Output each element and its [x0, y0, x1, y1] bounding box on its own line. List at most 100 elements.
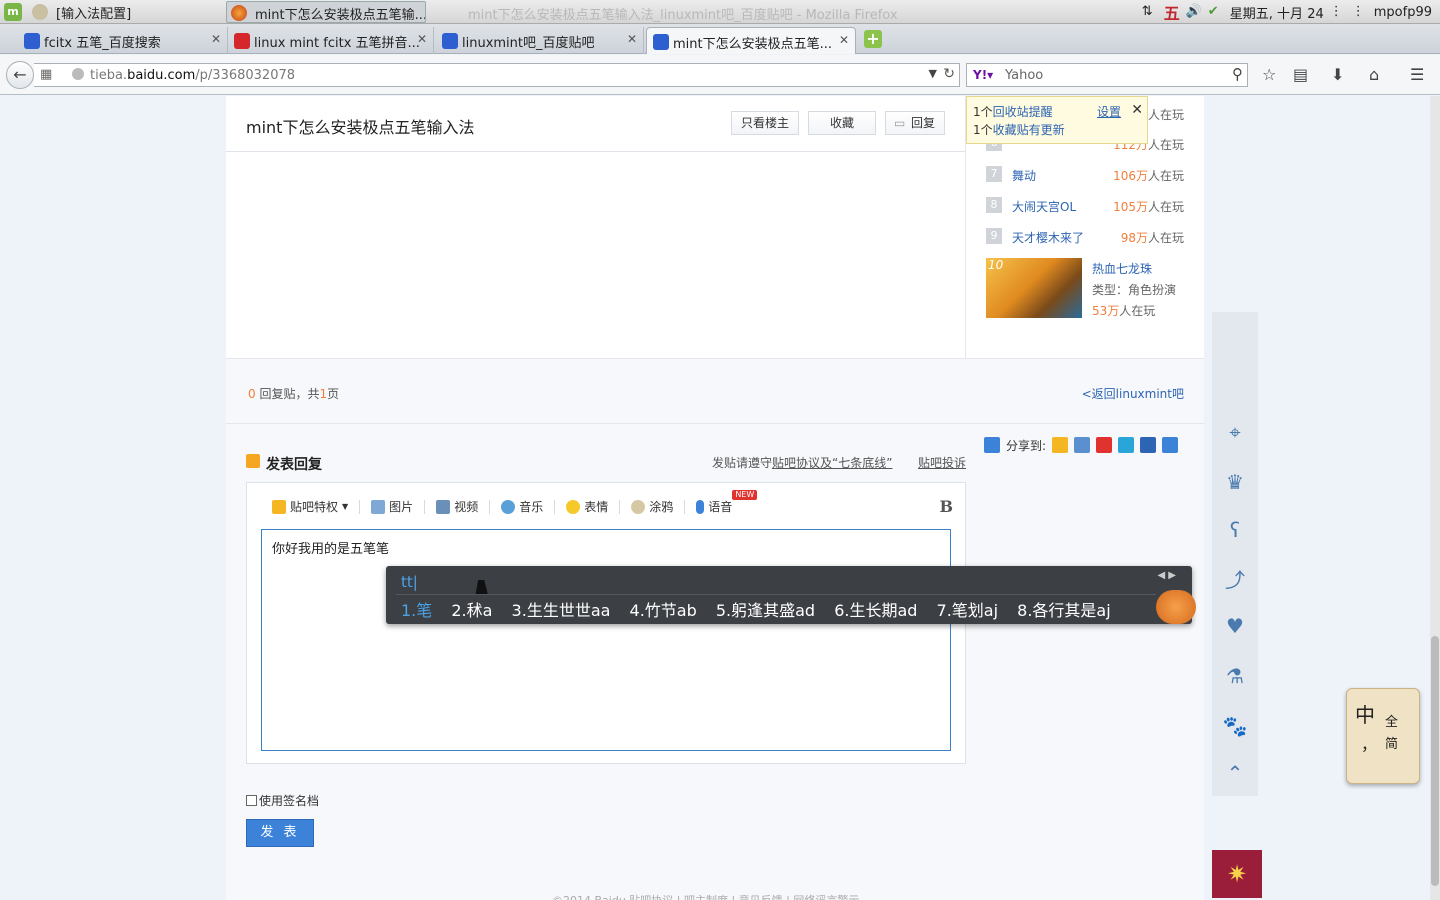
ime-candidate[interactable]: 5.躬逢其盛ad: [716, 601, 815, 620]
shield-icon[interactable]: ✔: [1208, 4, 1224, 20]
qq-icon[interactable]: [1118, 437, 1135, 453]
download-icon[interactable]: ⬇: [1331, 65, 1344, 84]
username[interactable]: mpofp99: [1374, 5, 1432, 20]
reload-icon[interactable]: ↻: [943, 66, 955, 82]
ime-candidate[interactable]: 2.秫a: [451, 601, 492, 620]
search-icon[interactable]: ⚲: [1232, 65, 1243, 83]
ime-candidate[interactable]: 1.笔: [401, 601, 432, 620]
reply-button[interactable]: ▭ 回复: [885, 111, 945, 135]
rank-name[interactable]: 舞动: [1012, 167, 1036, 184]
ime-page-arrows[interactable]: ◀ ▶: [1157, 570, 1176, 581]
url-text[interactable]: tieba.baidu.com/p/3368032078: [90, 68, 295, 83]
toolbar-video[interactable]: 视频: [425, 500, 491, 514]
close-icon[interactable]: ✕: [627, 32, 637, 46]
ime-fullwidth[interactable]: 全: [1385, 711, 1398, 730]
notify-settings-link[interactable]: 设置: [1097, 103, 1121, 121]
scroll-to-top-icon[interactable]: ⌃: [1212, 750, 1258, 796]
ime-candidate[interactable]: 7.笔划aj: [937, 601, 999, 620]
ime-candidate[interactable]: 8.各行其是aj: [1017, 601, 1111, 620]
reply-section: 发表回复 发贴请遵守贴吧协议及“七条底线” 贴吧投诉 贴吧特权 ▼ 图片 视频: [226, 424, 1204, 900]
ime-indicator[interactable]: 五: [1164, 0, 1180, 24]
rank-name[interactable]: 大闹天宫OL: [1012, 198, 1076, 215]
rank-row[interactable]: 8 大闹天宫OL 105万人在玩: [986, 196, 1186, 216]
datetime[interactable]: 星期五, 十月 24: [1230, 3, 1324, 22]
ime-status-widget[interactable]: 中 全 ， 简: [1346, 688, 1420, 784]
volume-icon[interactable]: 🔊: [1186, 4, 1202, 20]
tab-fcitx-search[interactable]: fcitx 五笔_百度搜索 ✕: [18, 27, 228, 54]
grid-icon[interactable]: ▦: [40, 67, 52, 82]
ime-candidate[interactable]: 3.生生世世aa: [512, 601, 611, 620]
weibo-icon[interactable]: [1096, 437, 1113, 453]
bookmarks-list-icon[interactable]: ▤: [1293, 65, 1308, 84]
display-icon[interactable]: ⋮: [1330, 4, 1346, 20]
session-icon[interactable]: ⋮: [1352, 4, 1368, 20]
tab-current-post[interactable]: mint下怎么安装极点五笔... ✕: [646, 27, 856, 54]
toolbar-privilege[interactable]: 贴吧特权 ▼: [261, 500, 361, 514]
favorite-button[interactable]: 收藏: [808, 111, 876, 135]
search-bar[interactable]: Y!▾ Yahoo ⚲: [966, 63, 1248, 87]
qzone-icon[interactable]: [1052, 437, 1069, 453]
toolbar-image[interactable]: 图片: [360, 500, 426, 514]
renren-icon[interactable]: [1140, 437, 1157, 453]
new-tab-button[interactable]: +: [864, 30, 882, 48]
rank-row[interactable]: 7 舞动 106万人在玩: [986, 165, 1186, 185]
rank-name[interactable]: 天才樱木来了: [1012, 229, 1084, 246]
bold-button[interactable]: B: [939, 497, 953, 516]
game-name[interactable]: 热血七龙珠: [1092, 260, 1152, 277]
page-scrollbar[interactable]: [1430, 96, 1440, 900]
close-icon[interactable]: ✕: [417, 32, 427, 46]
back-to-forum-link[interactable]: <返回linuxmint吧: [1082, 385, 1184, 402]
back-button[interactable]: ←: [6, 61, 34, 89]
bear-icon[interactable]: ʕ: [1212, 506, 1258, 554]
notify-link-recycle[interactable]: 回收站提醒: [993, 105, 1053, 119]
tab-linuxmint-tieba[interactable]: linuxmint吧_百度贴吧 ✕: [436, 27, 644, 54]
ime-punctuation[interactable]: ，: [1361, 731, 1377, 755]
toolbar-doodle[interactable]: 涂鸦: [620, 500, 686, 514]
rank-row[interactable]: 9 天才樱木来了 98万人在玩: [986, 227, 1186, 247]
tieba-icon[interactable]: [1074, 437, 1091, 453]
close-icon[interactable]: ✕: [211, 32, 221, 46]
kaixin-icon[interactable]: [1162, 437, 1179, 453]
taskbar-item-firefox[interactable]: mint下怎么安装极点五笔输...: [226, 1, 426, 23]
plus-icon[interactable]: [984, 437, 1000, 453]
dropdown-arrow-icon[interactable]: ▼: [929, 67, 937, 80]
close-icon[interactable]: ✕: [839, 33, 849, 47]
toolbar-music[interactable]: 音乐: [490, 500, 556, 514]
notice-link[interactable]: 贴吧协议及“七条底线”: [772, 456, 892, 470]
signature-checkbox[interactable]: [246, 795, 257, 806]
toolbar-emoji[interactable]: 表情: [555, 500, 621, 514]
bookmark-star-icon[interactable]: ☆: [1262, 65, 1276, 84]
home-icon[interactable]: ⌂: [1369, 65, 1379, 84]
rank-top-item[interactable]: 10 热血七龙珠 类型：角色扮演 53万人在玩: [986, 258, 1186, 320]
ime-simplified[interactable]: 简: [1385, 733, 1398, 752]
game-thumbnail[interactable]: 10: [986, 258, 1082, 318]
location-icon[interactable]: ⌖: [1212, 408, 1258, 456]
heart-icon[interactable]: ♥: [1212, 602, 1258, 650]
site-identity-icon[interactable]: [72, 68, 84, 80]
tab-linux-mint-fcitx[interactable]: linux mint fcitx 五笔拼音... ✕: [228, 27, 434, 54]
menu-icon[interactable]: ☰: [1410, 65, 1424, 84]
reply-textarea[interactable]: 你好我用的是五笔笔: [261, 529, 951, 751]
report-link[interactable]: 贴吧投诉: [918, 454, 966, 471]
submit-button[interactable]: 发 表: [246, 819, 314, 847]
mint-menu-icon[interactable]: m: [4, 3, 22, 21]
ime-candidate[interactable]: 6.生长期ad: [834, 601, 917, 620]
close-icon[interactable]: ✕: [1131, 101, 1143, 119]
taskbar-item-ime-config[interactable]: [输入法配置]: [28, 1, 224, 23]
ime-mode-chinese[interactable]: 中: [1355, 699, 1375, 728]
share-icon[interactable]: ⤴: [1212, 554, 1258, 602]
search-input[interactable]: Yahoo: [1005, 68, 1043, 83]
toolbar-voice[interactable]: 语音 NEW: [685, 490, 758, 514]
yahoo-icon[interactable]: Y!▾: [973, 68, 993, 82]
ime-candidate[interactable]: 4.竹节ab: [630, 601, 697, 620]
url-bar[interactable]: ▦ tieba.baidu.com/p/3368032078 ▼ ↻: [34, 63, 960, 87]
magic-hat-icon[interactable]: ♛: [1212, 458, 1258, 506]
gift-icon[interactable]: ✷: [1212, 850, 1262, 898]
baidu-paw-icon[interactable]: 🐾: [1212, 702, 1258, 750]
scrollbar-thumb[interactable]: [1431, 636, 1439, 886]
signature-option[interactable]: 使用签名档: [246, 792, 319, 809]
notify-link-favorites[interactable]: 收藏贴有更新: [993, 123, 1065, 137]
only-host-button[interactable]: 只看楼主: [731, 111, 799, 135]
flask-icon[interactable]: ⚗: [1212, 652, 1258, 700]
network-icon[interactable]: ⇅: [1142, 4, 1158, 20]
